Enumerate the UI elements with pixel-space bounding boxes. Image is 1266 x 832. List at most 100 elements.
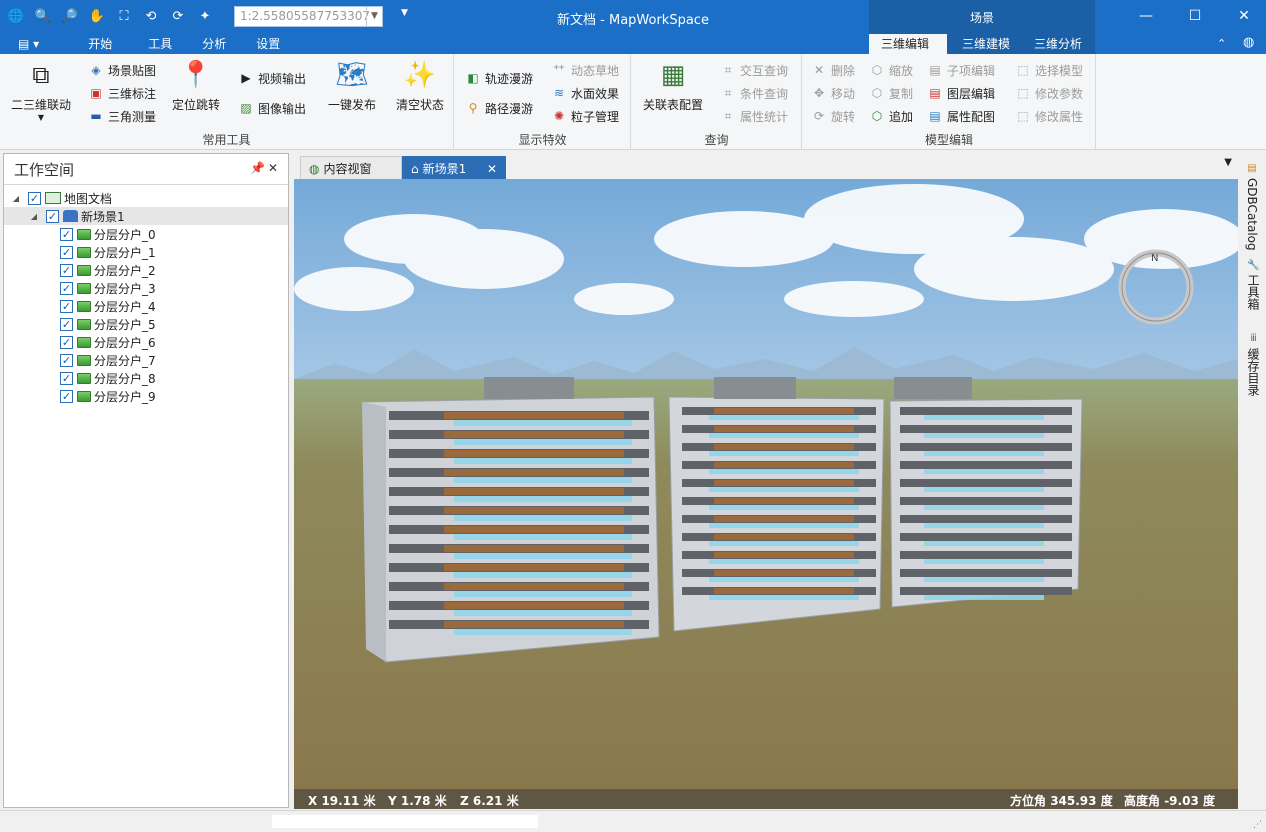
tree-layer-item[interactable]: ✓ 分层分户_7 xyxy=(4,351,288,369)
layer-icon xyxy=(77,336,91,348)
tree-root[interactable]: ◢ ✓ 地图文档 xyxy=(4,189,288,207)
checkbox[interactable]: ✓ xyxy=(60,371,73,385)
checkbox[interactable]: ✓ xyxy=(60,263,73,277)
tree-layer-item[interactable]: ✓ 分层分户_3 xyxy=(4,279,288,297)
water-effect-button[interactable]: ≋ 水面效果 xyxy=(551,83,619,103)
close-icon[interactable]: ✕ xyxy=(1232,5,1256,27)
copy-button[interactable]: ⬡ 复制 xyxy=(869,83,913,103)
select-model-button[interactable]: ⬚ 选择模型 xyxy=(1015,60,1083,80)
tab-3d-model[interactable]: 三维建模 xyxy=(949,34,1023,54)
rotate-icon: ⟳ xyxy=(813,109,825,123)
publish-map-icon: 🗺 xyxy=(335,60,369,90)
tree-layer-item[interactable]: ✓ 分层分户_6 xyxy=(4,333,288,351)
append-label: 追加 xyxy=(889,109,914,124)
modify-params-button[interactable]: ⬚ 修改参数 xyxy=(1015,83,1083,103)
tree-layer-item[interactable]: ✓ 分层分户_8 xyxy=(4,369,288,387)
tree-layer-item[interactable]: ✓ 分层分户_4 xyxy=(4,297,288,315)
locate-jump-label: 定位跳转 xyxy=(171,98,220,112)
one-click-publish-button[interactable]: 🗺 一键发布 xyxy=(322,58,382,113)
layer-label: 分层分户_4 xyxy=(94,299,156,314)
move-button[interactable]: ✥ 移动 xyxy=(811,83,855,103)
expand-icon[interactable]: ◢ xyxy=(10,194,22,203)
expand-icon[interactable]: ◢ xyxy=(28,212,40,221)
tab-start[interactable]: 开始 xyxy=(75,34,125,54)
locate-jump-button[interactable]: 📍 定位跳转 xyxy=(168,58,224,113)
tab-content-view[interactable]: ◍ 内容视窗 xyxy=(300,156,402,180)
app-menu-icon[interactable]: ▤ ▾ xyxy=(4,34,53,54)
group-label-display-effects: 显示特效 xyxy=(518,133,567,147)
video-output-button[interactable]: ▶ 视频输出 xyxy=(238,68,306,88)
pin-icon[interactable]: 📌 xyxy=(250,161,265,175)
checkbox[interactable]: ✓ xyxy=(60,317,73,331)
scene-3d-view[interactable]: N X 19.11 米 Y 1.78 米 Z 6.21 米 方位角 345.93… xyxy=(294,179,1238,809)
resize-grip-icon[interactable]: ⋰ xyxy=(1253,820,1262,830)
status-field xyxy=(272,815,538,828)
annotation-3d-button[interactable]: ▣ 三维标注 xyxy=(88,83,156,103)
dynamic-grass-button[interactable]: ⺿动态草地 xyxy=(551,60,619,80)
checkbox[interactable]: ✓ xyxy=(60,245,73,259)
delete-button[interactable]: ✕ 删除 xyxy=(811,60,855,80)
modify-attrs-button[interactable]: ⬚ 修改属性 xyxy=(1015,106,1083,126)
water-effect-label: 水面效果 xyxy=(571,86,620,101)
track-roam-label: 轨迹漫游 xyxy=(485,71,534,86)
tab-cache-dir[interactable]: ⅲ 缓存目录 xyxy=(1245,331,1262,397)
attribute-map-button[interactable]: ▤ 属性配图 xyxy=(927,106,995,126)
checkbox[interactable]: ✓ xyxy=(60,353,73,367)
tab-list-dropdown-icon[interactable]: ▼ xyxy=(1224,157,1232,168)
checkbox[interactable]: ✓ xyxy=(60,281,73,295)
close-panel-icon[interactable]: ✕ xyxy=(268,161,278,175)
scale-label: 缩放 xyxy=(889,63,914,78)
tree-layer-item[interactable]: ✓ 分层分户_9 xyxy=(4,387,288,405)
scale-button[interactable]: ⬡ 缩放 xyxy=(869,60,913,80)
sparkle-wand-icon: ✨ xyxy=(403,60,437,90)
checkbox[interactable]: ✓ xyxy=(28,191,41,205)
tab-gdbcatalog[interactable]: ▤ GDBCatalog xyxy=(1245,161,1259,251)
scene-texture-button[interactable]: ◈ 场景贴图 xyxy=(88,60,156,80)
help-globe-icon[interactable]: ◍ xyxy=(1243,35,1254,50)
track-roam-button[interactable]: ◧ 轨迹漫游 xyxy=(465,68,533,88)
tab-scene-1[interactable]: ⌂ 新场景1 ✕ xyxy=(402,156,506,180)
scene-tab-icon: ⌂ xyxy=(411,161,419,176)
triangle-measure-button[interactable]: ▬ 三角测量 xyxy=(88,106,156,126)
tab-tools[interactable]: 工具 xyxy=(135,34,185,54)
checkbox[interactable]: ✓ xyxy=(60,227,73,241)
tab-analysis[interactable]: 分析 xyxy=(189,34,239,54)
subitem-edit-button[interactable]: ▤ 子项编辑 xyxy=(927,60,995,80)
tab-toolbox[interactable]: 🔧 工具箱 xyxy=(1245,257,1262,310)
linkage-button[interactable]: ⧉ 二三维联动 ▼ xyxy=(6,58,76,122)
tree-layer-item[interactable]: ✓ 分层分户_5 xyxy=(4,315,288,333)
checkbox[interactable]: ✓ xyxy=(60,389,73,403)
modify-attrs-label: 修改属性 xyxy=(1035,109,1084,124)
tree-layer-item[interactable]: ✓ 分层分户_2 xyxy=(4,261,288,279)
tab-settings[interactable]: 设置 xyxy=(243,34,293,54)
collapse-ribbon-icon[interactable]: ⌃ xyxy=(1217,37,1226,50)
checkbox[interactable]: ✓ xyxy=(60,335,73,349)
tree-scene[interactable]: ◢ ✓ 新场景1 xyxy=(4,207,288,225)
tree-layer-item[interactable]: ✓ 分层分户_0 xyxy=(4,225,288,243)
interactive-query-button[interactable]: ⌗ 交互查询 xyxy=(720,60,788,80)
particle-mgmt-button[interactable]: ✺ 粒子管理 xyxy=(551,106,619,126)
tree-layer-item[interactable]: ✓ 分层分户_1 xyxy=(4,243,288,261)
clear-state-button[interactable]: ✨ 清空状态 xyxy=(390,58,450,113)
svg-text:N: N xyxy=(1151,253,1158,264)
checkbox[interactable]: ✓ xyxy=(60,299,73,313)
scale-cube-icon: ⬡ xyxy=(871,63,883,77)
rotate-button[interactable]: ⟳ 旋转 xyxy=(811,106,855,126)
minimize-icon[interactable]: — xyxy=(1134,5,1158,27)
layer-label: 分层分户_8 xyxy=(94,371,156,386)
tab-3d-analysis[interactable]: 三维分析 xyxy=(1021,34,1095,54)
select-model-label: 选择模型 xyxy=(1035,63,1084,78)
close-tab-icon[interactable]: ✕ xyxy=(487,162,497,176)
y-coord: Y 1.78 米 xyxy=(388,794,447,808)
checkbox[interactable]: ✓ xyxy=(46,209,59,223)
image-output-button[interactable]: ▨ 图像输出 xyxy=(238,98,306,118)
maximize-icon[interactable]: ☐ xyxy=(1183,5,1207,27)
tab-3d-edit[interactable]: 三维编辑 xyxy=(869,34,947,54)
path-roam-button[interactable]: ⚲ 路径漫游 xyxy=(465,98,533,118)
append-button[interactable]: ⬡ 追加 xyxy=(869,106,913,126)
link-table-config-button[interactable]: ▦ 关联表配置 xyxy=(638,58,708,113)
particle-icon: ✺ xyxy=(553,109,565,123)
layer-edit-button[interactable]: ▤ 图层编辑 xyxy=(927,83,995,103)
condition-query-button[interactable]: ⌗ 条件查询 xyxy=(720,83,788,103)
attribute-stats-button[interactable]: ⌗ 属性统计 xyxy=(720,106,788,126)
